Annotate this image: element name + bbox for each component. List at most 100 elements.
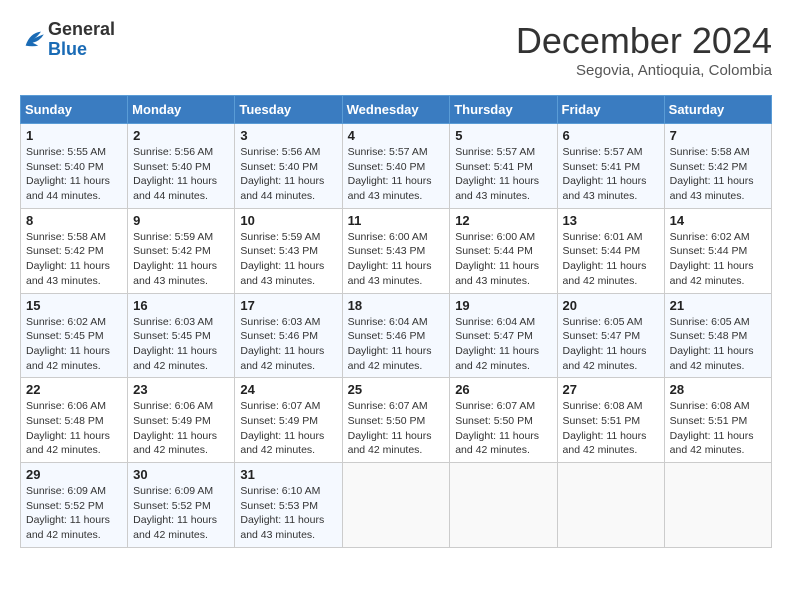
day-info: Sunrise: 5:57 AM Sunset: 5:41 PM Dayligh… [563, 145, 659, 204]
header-row: Sunday Monday Tuesday Wednesday Thursday… [21, 96, 772, 124]
col-friday: Friday [557, 96, 664, 124]
calendar-cell: 23 Sunrise: 6:06 AM Sunset: 5:49 PM Dayl… [128, 378, 235, 463]
day-number: 16 [133, 298, 229, 313]
day-number: 17 [240, 298, 336, 313]
calendar-cell: 16 Sunrise: 6:03 AM Sunset: 5:45 PM Dayl… [128, 293, 235, 378]
day-info: Sunrise: 6:04 AM Sunset: 5:47 PM Dayligh… [455, 315, 551, 374]
calendar-week-row: 15 Sunrise: 6:02 AM Sunset: 5:45 PM Dayl… [21, 293, 772, 378]
calendar-cell: 25 Sunrise: 6:07 AM Sunset: 5:50 PM Dayl… [342, 378, 450, 463]
day-info: Sunrise: 6:03 AM Sunset: 5:45 PM Dayligh… [133, 315, 229, 374]
calendar-cell: 1 Sunrise: 5:55 AM Sunset: 5:40 PM Dayli… [21, 124, 128, 209]
calendar-cell: 9 Sunrise: 5:59 AM Sunset: 5:42 PM Dayli… [128, 208, 235, 293]
day-info: Sunrise: 5:56 AM Sunset: 5:40 PM Dayligh… [240, 145, 336, 204]
calendar-cell: 31 Sunrise: 6:10 AM Sunset: 5:53 PM Dayl… [235, 463, 342, 548]
calendar-cell: 21 Sunrise: 6:05 AM Sunset: 5:48 PM Dayl… [664, 293, 771, 378]
day-info: Sunrise: 6:06 AM Sunset: 5:49 PM Dayligh… [133, 399, 229, 458]
calendar-cell [450, 463, 557, 548]
calendar-cell: 27 Sunrise: 6:08 AM Sunset: 5:51 PM Dayl… [557, 378, 664, 463]
calendar-cell: 14 Sunrise: 6:02 AM Sunset: 5:44 PM Dayl… [664, 208, 771, 293]
calendar-cell: 29 Sunrise: 6:09 AM Sunset: 5:52 PM Dayl… [21, 463, 128, 548]
day-info: Sunrise: 6:03 AM Sunset: 5:46 PM Dayligh… [240, 315, 336, 374]
day-info: Sunrise: 5:57 AM Sunset: 5:40 PM Dayligh… [348, 145, 445, 204]
day-number: 23 [133, 382, 229, 397]
col-sunday: Sunday [21, 96, 128, 124]
day-info: Sunrise: 6:09 AM Sunset: 5:52 PM Dayligh… [26, 484, 122, 543]
day-number: 4 [348, 128, 445, 143]
day-number: 29 [26, 467, 122, 482]
day-number: 2 [133, 128, 229, 143]
day-info: Sunrise: 5:59 AM Sunset: 5:43 PM Dayligh… [240, 230, 336, 289]
logo: General Blue [20, 20, 115, 60]
calendar-week-row: 8 Sunrise: 5:58 AM Sunset: 5:42 PM Dayli… [21, 208, 772, 293]
day-info: Sunrise: 6:01 AM Sunset: 5:44 PM Dayligh… [563, 230, 659, 289]
day-info: Sunrise: 6:05 AM Sunset: 5:48 PM Dayligh… [670, 315, 766, 374]
day-info: Sunrise: 6:08 AM Sunset: 5:51 PM Dayligh… [563, 399, 659, 458]
day-number: 31 [240, 467, 336, 482]
day-info: Sunrise: 5:58 AM Sunset: 5:42 PM Dayligh… [26, 230, 122, 289]
day-number: 1 [26, 128, 122, 143]
calendar-cell: 2 Sunrise: 5:56 AM Sunset: 5:40 PM Dayli… [128, 124, 235, 209]
calendar-cell: 22 Sunrise: 6:06 AM Sunset: 5:48 PM Dayl… [21, 378, 128, 463]
day-number: 5 [455, 128, 551, 143]
day-info: Sunrise: 6:09 AM Sunset: 5:52 PM Dayligh… [133, 484, 229, 543]
calendar-cell: 8 Sunrise: 5:58 AM Sunset: 5:42 PM Dayli… [21, 208, 128, 293]
day-info: Sunrise: 5:55 AM Sunset: 5:40 PM Dayligh… [26, 145, 122, 204]
day-number: 30 [133, 467, 229, 482]
day-info: Sunrise: 6:08 AM Sunset: 5:51 PM Dayligh… [670, 399, 766, 458]
day-info: Sunrise: 5:58 AM Sunset: 5:42 PM Dayligh… [670, 145, 766, 204]
day-info: Sunrise: 6:04 AM Sunset: 5:46 PM Dayligh… [348, 315, 445, 374]
logo-blue: Blue [48, 40, 115, 60]
title-block: December 2024 Segovia, Antioquia, Colomb… [516, 20, 772, 79]
day-info: Sunrise: 5:59 AM Sunset: 5:42 PM Dayligh… [133, 230, 229, 289]
calendar-week-row: 22 Sunrise: 6:06 AM Sunset: 5:48 PM Dayl… [21, 378, 772, 463]
day-number: 11 [348, 213, 445, 228]
calendar-cell: 4 Sunrise: 5:57 AM Sunset: 5:40 PM Dayli… [342, 124, 450, 209]
day-number: 20 [563, 298, 659, 313]
calendar-cell: 10 Sunrise: 5:59 AM Sunset: 5:43 PM Dayl… [235, 208, 342, 293]
day-number: 28 [670, 382, 766, 397]
logo-text: General Blue [48, 20, 115, 60]
calendar-cell: 30 Sunrise: 6:09 AM Sunset: 5:52 PM Dayl… [128, 463, 235, 548]
logo-bird-icon [20, 26, 48, 54]
calendar-cell: 17 Sunrise: 6:03 AM Sunset: 5:46 PM Dayl… [235, 293, 342, 378]
calendar-cell: 15 Sunrise: 6:02 AM Sunset: 5:45 PM Dayl… [21, 293, 128, 378]
calendar-cell: 24 Sunrise: 6:07 AM Sunset: 5:49 PM Dayl… [235, 378, 342, 463]
col-monday: Monday [128, 96, 235, 124]
day-number: 8 [26, 213, 122, 228]
calendar-week-row: 29 Sunrise: 6:09 AM Sunset: 5:52 PM Dayl… [21, 463, 772, 548]
day-number: 3 [240, 128, 336, 143]
day-number: 26 [455, 382, 551, 397]
day-info: Sunrise: 6:00 AM Sunset: 5:44 PM Dayligh… [455, 230, 551, 289]
day-number: 15 [26, 298, 122, 313]
day-number: 6 [563, 128, 659, 143]
calendar-cell: 28 Sunrise: 6:08 AM Sunset: 5:51 PM Dayl… [664, 378, 771, 463]
day-info: Sunrise: 6:07 AM Sunset: 5:50 PM Dayligh… [455, 399, 551, 458]
calendar-cell: 13 Sunrise: 6:01 AM Sunset: 5:44 PM Dayl… [557, 208, 664, 293]
day-number: 14 [670, 213, 766, 228]
calendar-cell: 20 Sunrise: 6:05 AM Sunset: 5:47 PM Dayl… [557, 293, 664, 378]
col-wednesday: Wednesday [342, 96, 450, 124]
day-info: Sunrise: 6:05 AM Sunset: 5:47 PM Dayligh… [563, 315, 659, 374]
day-info: Sunrise: 5:56 AM Sunset: 5:40 PM Dayligh… [133, 145, 229, 204]
day-number: 10 [240, 213, 336, 228]
day-info: Sunrise: 6:00 AM Sunset: 5:43 PM Dayligh… [348, 230, 445, 289]
calendar-cell: 18 Sunrise: 6:04 AM Sunset: 5:46 PM Dayl… [342, 293, 450, 378]
calendar-cell [342, 463, 450, 548]
calendar-cell [557, 463, 664, 548]
col-saturday: Saturday [664, 96, 771, 124]
calendar-table: Sunday Monday Tuesday Wednesday Thursday… [20, 95, 772, 548]
day-number: 19 [455, 298, 551, 313]
day-info: Sunrise: 6:10 AM Sunset: 5:53 PM Dayligh… [240, 484, 336, 543]
calendar-cell: 3 Sunrise: 5:56 AM Sunset: 5:40 PM Dayli… [235, 124, 342, 209]
calendar-cell: 6 Sunrise: 5:57 AM Sunset: 5:41 PM Dayli… [557, 124, 664, 209]
col-thursday: Thursday [450, 96, 557, 124]
calendar-cell [664, 463, 771, 548]
calendar-cell: 26 Sunrise: 6:07 AM Sunset: 5:50 PM Dayl… [450, 378, 557, 463]
day-info: Sunrise: 6:07 AM Sunset: 5:49 PM Dayligh… [240, 399, 336, 458]
day-number: 21 [670, 298, 766, 313]
location: Segovia, Antioquia, Colombia [516, 62, 772, 79]
calendar-cell: 5 Sunrise: 5:57 AM Sunset: 5:41 PM Dayli… [450, 124, 557, 209]
calendar-cell: 12 Sunrise: 6:00 AM Sunset: 5:44 PM Dayl… [450, 208, 557, 293]
page-header: General Blue December 2024 Segovia, Anti… [20, 20, 772, 79]
day-number: 24 [240, 382, 336, 397]
